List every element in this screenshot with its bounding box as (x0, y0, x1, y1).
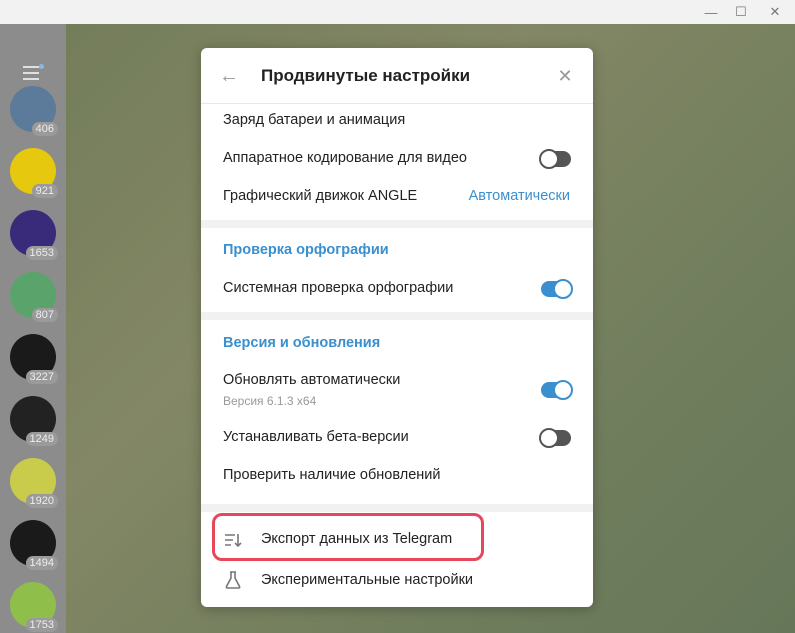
unread-count-badge: 1920 (25, 494, 58, 508)
chat-avatar[interactable]: 1753 (10, 582, 58, 632)
unread-count-badge: 1753 (25, 618, 58, 632)
hw-encoding-row[interactable]: Аппаратное кодирование для видео (201, 140, 593, 176)
angle-row[interactable]: Графический движок ANGLE Автоматически (201, 178, 593, 214)
back-arrow-icon[interactable]: ← (217, 64, 241, 88)
unread-count-badge: 921 (31, 184, 58, 198)
check-updates-row[interactable]: Проверить наличие обновлений (201, 456, 593, 492)
angle-label: Графический движок ANGLE (223, 188, 418, 204)
chat-avatar[interactable]: 1653 (10, 210, 58, 260)
beta-row[interactable]: Устанавливать бета-версии (201, 418, 593, 454)
beta-label: Устанавливать бета-версии (223, 429, 409, 445)
chat-avatar[interactable]: 1494 (10, 520, 58, 570)
experimental-settings-label: Экспериментальные настройки (261, 572, 474, 588)
chat-avatar[interactable]: 921 (10, 148, 58, 198)
system-spellcheck-toggle[interactable] (541, 279, 573, 299)
hw-encoding-toggle[interactable] (539, 149, 571, 169)
window-titlebar: — ☐ ✕ (0, 0, 795, 24)
experimental-settings-row[interactable]: Экспериментальные настройки (201, 562, 593, 598)
chat-avatar[interactable]: 3227 (10, 334, 58, 384)
maximize-button[interactable]: ☐ (726, 0, 756, 24)
system-spellcheck-row[interactable]: Системная проверка орфографии (201, 270, 593, 306)
dialog-header: ← Продвинутые настройки ✕ (201, 48, 593, 104)
unread-count-badge: 1494 (25, 556, 58, 570)
auto-update-label: Обновлять автоматически (223, 372, 401, 388)
battery-animation-label: Заряд батареи и анимация (223, 112, 406, 128)
angle-value[interactable]: Автоматически (469, 188, 570, 204)
chat-avatar[interactable]: 1920 (10, 458, 58, 508)
battery-animation-row[interactable]: Заряд батареи и анимация (201, 104, 593, 140)
unread-count-badge: 3227 (25, 370, 58, 384)
close-window-button[interactable]: ✕ (760, 0, 790, 24)
hw-encoding-label: Аппаратное кодирование для видео (223, 150, 467, 166)
chat-avatar[interactable]: 1249 (10, 396, 58, 446)
section-separator (201, 220, 593, 228)
notification-dot (39, 64, 44, 69)
beta-toggle[interactable] (539, 428, 571, 448)
unread-count-badge: 807 (31, 308, 58, 322)
system-spellcheck-label: Системная проверка орфографии (223, 280, 454, 296)
auto-update-row[interactable]: Обновлять автоматически Версия 6.1.3 x64 (201, 366, 593, 412)
auto-update-toggle[interactable] (541, 380, 573, 400)
chat-avatar[interactable]: 807 (10, 272, 58, 322)
close-icon[interactable]: ✕ (553, 64, 577, 88)
export-highlight-frame (212, 513, 484, 561)
spelling-section-title: Проверка орфографии (223, 242, 389, 258)
version-text: Версия 6.1.3 x64 (223, 394, 317, 408)
unread-count-badge: 1653 (25, 246, 58, 260)
flask-icon (223, 570, 243, 590)
chat-avatar[interactable]: 406 (10, 86, 58, 136)
dialog-title: Продвинутые настройки (261, 66, 471, 85)
check-updates-label: Проверить наличие обновлений (223, 467, 441, 483)
version-section-title: Версия и обновления (223, 335, 381, 351)
unread-count-badge: 406 (31, 122, 58, 136)
section-separator (201, 504, 593, 512)
unread-count-badge: 1249 (25, 432, 58, 446)
minimize-button[interactable]: — (696, 0, 726, 24)
section-separator (201, 312, 593, 320)
